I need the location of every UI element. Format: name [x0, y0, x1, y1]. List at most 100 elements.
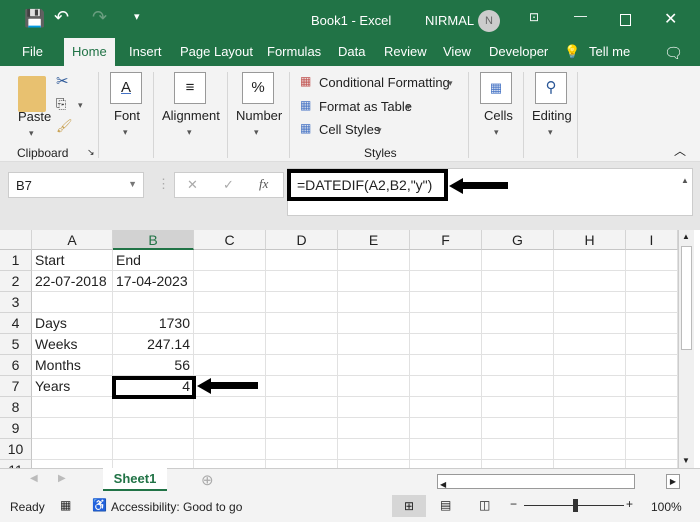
- row-header[interactable]: 1: [0, 250, 32, 271]
- cell[interactable]: [266, 460, 338, 468]
- cell[interactable]: [626, 313, 678, 334]
- cell-b6[interactable]: 56: [113, 355, 194, 376]
- cell[interactable]: [482, 271, 554, 292]
- collapse-ribbon-icon[interactable]: ︿: [674, 142, 686, 159]
- cell[interactable]: [410, 376, 482, 397]
- cancel-icon[interactable]: ✕: [187, 177, 198, 193]
- align-icon[interactable]: ≡: [174, 72, 206, 104]
- column-header[interactable]: G: [482, 230, 554, 250]
- column-header[interactable]: F: [410, 230, 482, 250]
- horizontal-scrollbar[interactable]: ◀: [437, 474, 635, 489]
- cell[interactable]: [338, 397, 410, 418]
- row-header[interactable]: 9: [0, 418, 32, 439]
- drag-handle-icon[interactable]: ⋮: [157, 176, 170, 192]
- cell[interactable]: [554, 271, 626, 292]
- undo-icon[interactable]: ↶: [54, 7, 69, 28]
- cell-styles-button[interactable]: Cell Styles: [319, 122, 380, 137]
- tab-file[interactable]: File: [22, 44, 43, 59]
- cell[interactable]: [410, 355, 482, 376]
- zoom-slider-thumb[interactable]: [573, 499, 578, 512]
- chevron-down-icon[interactable]: ▼: [128, 179, 137, 189]
- next-sheet-icon[interactable]: ▶: [58, 473, 66, 484]
- cell[interactable]: [194, 271, 266, 292]
- cell[interactable]: [266, 250, 338, 271]
- cell[interactable]: [482, 355, 554, 376]
- scroll-down-icon[interactable]: ▼: [682, 456, 690, 465]
- scroll-up-icon[interactable]: ▲: [682, 232, 690, 241]
- font-icon[interactable]: A: [110, 72, 142, 104]
- select-all[interactable]: [0, 230, 32, 250]
- page-break-view-icon[interactable]: ◫: [479, 498, 490, 512]
- cell[interactable]: [194, 334, 266, 355]
- cell-a7[interactable]: Years: [32, 376, 113, 397]
- normal-view-icon[interactable]: ⊞: [392, 495, 426, 517]
- cell[interactable]: [194, 313, 266, 334]
- worksheet-grid[interactable]: A B C D E F G H I 1 Start End 2 22-07-2018 17…: [0, 230, 678, 468]
- cell[interactable]: [194, 292, 266, 313]
- cell[interactable]: [410, 334, 482, 355]
- enter-icon[interactable]: ✓: [223, 177, 234, 193]
- cell[interactable]: [266, 376, 338, 397]
- column-header[interactable]: H: [554, 230, 626, 250]
- cell-b3[interactable]: [113, 292, 194, 313]
- cell-b1[interactable]: End: [113, 250, 194, 271]
- cell-a2[interactable]: 22-07-2018: [32, 271, 113, 292]
- percent-icon[interactable]: %: [242, 72, 274, 104]
- scroll-right-icon[interactable]: ▶: [666, 474, 680, 489]
- cell[interactable]: [482, 376, 554, 397]
- cell-a5[interactable]: Weeks: [32, 334, 113, 355]
- cell[interactable]: [410, 313, 482, 334]
- cell[interactable]: [554, 250, 626, 271]
- cell[interactable]: [338, 418, 410, 439]
- column-header[interactable]: C: [194, 230, 266, 250]
- row-header[interactable]: 4: [0, 313, 32, 334]
- user-name[interactable]: NIRMAL: [425, 13, 474, 28]
- cell[interactable]: [554, 460, 626, 468]
- column-header[interactable]: B: [113, 230, 194, 250]
- sheet-tab-sheet1[interactable]: Sheet1: [103, 468, 167, 491]
- close-icon[interactable]: ✕: [664, 9, 677, 29]
- cell[interactable]: [554, 292, 626, 313]
- column-header[interactable]: I: [626, 230, 678, 250]
- minimize-icon[interactable]: —: [574, 8, 587, 23]
- cell-a4[interactable]: Days: [32, 313, 113, 334]
- cell-a8[interactable]: [32, 397, 113, 418]
- row-header[interactable]: 7: [0, 376, 32, 397]
- cell[interactable]: [338, 271, 410, 292]
- cell[interactable]: [482, 334, 554, 355]
- cell-a6[interactable]: Months: [32, 355, 113, 376]
- cell[interactable]: [194, 460, 266, 468]
- cell[interactable]: [410, 460, 482, 468]
- cell[interactable]: [482, 397, 554, 418]
- cell[interactable]: [410, 397, 482, 418]
- cell[interactable]: [554, 439, 626, 460]
- cell-a3[interactable]: [32, 292, 113, 313]
- paste-button[interactable]: Paste: [18, 109, 51, 124]
- cell[interactable]: [338, 439, 410, 460]
- cell[interactable]: [626, 439, 678, 460]
- cell[interactable]: [554, 397, 626, 418]
- column-header[interactable]: A: [32, 230, 113, 250]
- copy-icon[interactable]: ⎘: [56, 96, 66, 112]
- tab-insert[interactable]: Insert: [129, 44, 162, 59]
- avatar[interactable]: N: [478, 10, 500, 32]
- column-header[interactable]: D: [266, 230, 338, 250]
- cells-icon[interactable]: ▦: [480, 72, 512, 104]
- cell[interactable]: [626, 355, 678, 376]
- customize-toolbar-icon[interactable]: ▾: [134, 10, 140, 23]
- cell[interactable]: [266, 355, 338, 376]
- cell[interactable]: [194, 397, 266, 418]
- cell-b8[interactable]: [113, 397, 194, 418]
- dialog-launcher-icon[interactable]: ↘: [87, 147, 95, 158]
- maximize-icon[interactable]: [620, 14, 631, 26]
- cell[interactable]: [554, 334, 626, 355]
- cell[interactable]: [338, 313, 410, 334]
- cells-button[interactable]: Cells: [484, 108, 513, 123]
- comments-icon[interactable]: 🗨: [664, 44, 683, 62]
- font-button[interactable]: Font: [114, 108, 140, 123]
- cell-a9[interactable]: [32, 418, 113, 439]
- cell[interactable]: [266, 439, 338, 460]
- cell[interactable]: [194, 250, 266, 271]
- save-icon[interactable]: 💾: [24, 9, 45, 29]
- cell[interactable]: [626, 292, 678, 313]
